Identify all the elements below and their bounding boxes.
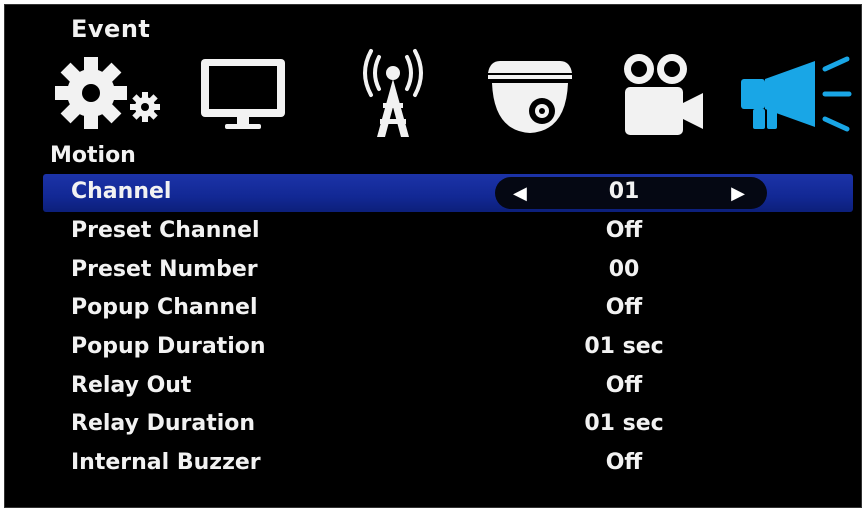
video-camera-icon [617, 45, 717, 145]
tab-system[interactable] [51, 45, 171, 145]
setting-label: Preset Number [71, 257, 258, 282]
setting-row-preset-channel[interactable]: Preset Channel Off [43, 213, 853, 251]
arrow-right-icon[interactable]: ▶ [731, 183, 745, 204]
setting-value: 00 [608, 257, 640, 282]
section-title: Motion [50, 143, 136, 168]
setting-label: Popup Channel [71, 295, 258, 320]
gear-icon [51, 45, 171, 145]
category-tab-bar [5, 45, 861, 145]
setting-row-channel[interactable]: Channel ◀ ▶ 01 [43, 174, 853, 212]
setting-label: Internal Buzzer [71, 450, 261, 475]
setting-label: Relay Out [71, 373, 192, 398]
antenna-icon [343, 45, 443, 145]
page-title: Event [71, 15, 151, 43]
megaphone-icon [735, 45, 855, 145]
setting-row-relay-out[interactable]: Relay Out Off [43, 368, 853, 406]
setting-row-popup-duration[interactable]: Popup Duration 01 sec [43, 329, 853, 367]
setting-label: Channel [71, 179, 172, 204]
tab-record[interactable] [617, 45, 717, 145]
setting-value: Off [605, 295, 643, 320]
monitor-icon [193, 45, 293, 145]
osd-menu-window: Event Motion Channel ◀ ▶ 01 Preset Chann… [4, 4, 862, 508]
setting-row-relay-duration[interactable]: Relay Duration 01 sec [43, 406, 853, 444]
setting-label: Relay Duration [71, 411, 256, 436]
tab-event[interactable] [735, 45, 855, 145]
setting-row-preset-number[interactable]: Preset Number 00 [43, 252, 853, 290]
setting-row-popup-channel[interactable]: Popup Channel Off [43, 290, 853, 328]
arrow-left-icon[interactable]: ◀ [513, 183, 527, 204]
tab-network[interactable] [343, 45, 443, 145]
setting-value: Off [605, 450, 643, 475]
setting-label: Popup Duration [71, 334, 266, 359]
setting-value: Off [605, 373, 643, 398]
setting-row-internal-buzzer[interactable]: Internal Buzzer Off [43, 445, 853, 483]
tab-camera[interactable] [480, 45, 580, 145]
dome-camera-icon [480, 45, 580, 145]
setting-value: 01 sec [584, 411, 664, 436]
setting-value: 01 sec [584, 334, 664, 359]
setting-value: 01 [608, 179, 640, 204]
setting-label: Preset Channel [71, 218, 260, 243]
tab-display[interactable] [193, 45, 293, 145]
setting-value: Off [605, 218, 643, 243]
